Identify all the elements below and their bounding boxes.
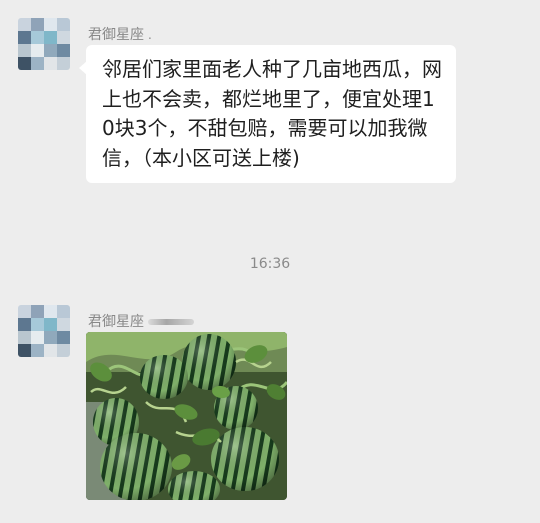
blurred-text xyxy=(148,319,194,325)
watermelon-image xyxy=(86,332,287,500)
avatar[interactable] xyxy=(18,305,70,357)
sender-name: 君御星座. xyxy=(88,27,152,43)
message-text: 邻居们家里面老人种了几亩地西瓜，网上也不会卖，都烂地里了，便宜处理10块3个，不… xyxy=(102,57,442,170)
avatar[interactable] xyxy=(18,18,70,70)
timestamp: 16:36 xyxy=(249,256,291,272)
sender-suffix: . xyxy=(148,28,152,42)
watermelons-photo[interactable] xyxy=(86,332,287,500)
sender-name: 君御星座 xyxy=(88,311,194,331)
message-bubble[interactable]: 邻居们家里面老人种了几亩地西瓜，网上也不会卖，都烂地里了，便宜处理10块3个，不… xyxy=(79,45,456,184)
